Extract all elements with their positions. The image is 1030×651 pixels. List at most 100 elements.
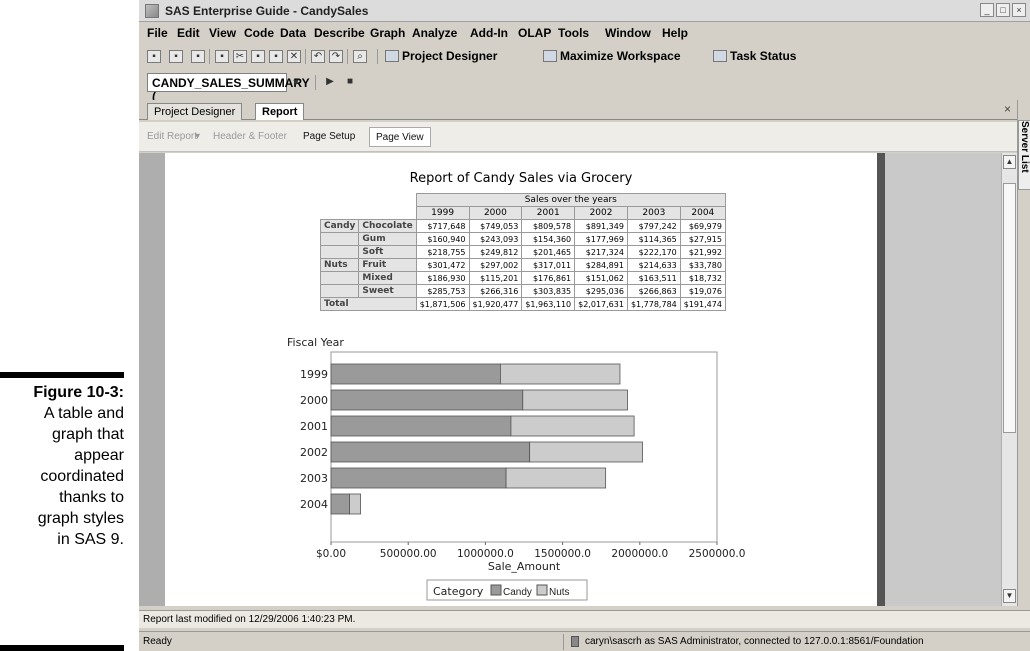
stop-icon[interactable]: ■ bbox=[343, 76, 357, 89]
total-value-cell: $1,871,506 bbox=[415, 297, 470, 311]
menu-graph[interactable]: Graph bbox=[370, 26, 405, 40]
maximize-workspace-icon bbox=[543, 50, 557, 62]
menu-file[interactable]: File bbox=[147, 26, 168, 40]
x-tick-label: $0.00 bbox=[316, 548, 346, 560]
workspace-tabs: Project Designer Report × bbox=[139, 100, 1017, 120]
bar-candy bbox=[330, 493, 350, 515]
tab-project-designer[interactable]: Project Designer bbox=[147, 103, 243, 120]
menu-data[interactable]: Data bbox=[280, 26, 306, 40]
page-view-button[interactable]: Page View bbox=[369, 127, 431, 147]
category-cell: Nuts bbox=[319, 258, 360, 272]
save-icon[interactable]: ▪ bbox=[191, 50, 205, 63]
cut-icon[interactable]: ✂ bbox=[233, 50, 247, 63]
header-footer-button[interactable]: Header & Footer bbox=[213, 131, 287, 142]
value-cell: $176,861 bbox=[521, 271, 576, 285]
report-status-bar: Report last modified on 12/29/2006 1:40:… bbox=[139, 610, 1030, 628]
close-button[interactable]: × bbox=[1012, 3, 1026, 17]
value-cell: $151,062 bbox=[574, 271, 628, 285]
product-cell: Soft bbox=[358, 245, 417, 259]
bar-candy bbox=[330, 389, 524, 411]
menu-tools[interactable]: Tools bbox=[558, 26, 589, 40]
status-bar: Ready caryn\sascrh as SAS Administrator,… bbox=[139, 631, 1030, 651]
value-cell: $717,648 bbox=[415, 219, 470, 233]
report-viewer[interactable]: Report of Candy Sales via Grocery Sales … bbox=[139, 153, 1001, 606]
table-row: Nuts Fruit $301,472 $297,002 $317,011 $284,89… bbox=[319, 258, 726, 272]
value-cell: $115,201 bbox=[468, 271, 523, 285]
server-icon bbox=[571, 636, 579, 647]
menu-analyze[interactable]: Analyze bbox=[412, 26, 457, 40]
value-cell: $114,365 bbox=[626, 232, 681, 246]
sales-bar-chart: Fiscal Year 1999 2000 2001 2002 2003 2004 $0.00… bbox=[287, 336, 745, 601]
value-cell: $21,992 bbox=[679, 245, 726, 259]
server-list-tab[interactable]: Server List bbox=[1018, 120, 1030, 190]
toolbar-separator bbox=[315, 75, 316, 90]
edit-report-button[interactable]: Edit Report bbox=[147, 131, 197, 142]
redo-icon[interactable]: ↷ bbox=[329, 50, 343, 63]
caption-line: thanks to bbox=[59, 489, 124, 506]
menu-help[interactable]: Help bbox=[662, 26, 688, 40]
value-cell: $19,076 bbox=[679, 284, 726, 298]
caption-rule-top bbox=[0, 372, 124, 378]
find-icon[interactable]: ⌕ bbox=[353, 50, 367, 63]
vertical-scrollbar[interactable]: ▲ ▼ bbox=[1001, 153, 1017, 606]
page-shadow bbox=[877, 153, 885, 606]
value-cell: $154,360 bbox=[521, 232, 576, 246]
x-tick-label: 2000000.0 bbox=[611, 548, 668, 560]
menu-edit[interactable]: Edit bbox=[177, 26, 200, 40]
toolbar-separator bbox=[347, 49, 348, 64]
menu-view[interactable]: View bbox=[209, 26, 236, 40]
scroll-up-icon[interactable]: ▲ bbox=[1003, 155, 1016, 169]
scroll-down-icon[interactable]: ▼ bbox=[1003, 589, 1016, 603]
bar-candy bbox=[330, 415, 512, 437]
run-icon[interactable]: ▶ bbox=[323, 76, 337, 89]
total-value-cell: $2,017,631 bbox=[574, 297, 628, 311]
title-bar: SAS Enterprise Guide - CandySales _ □ × bbox=[139, 0, 1030, 22]
project-designer-label: Project Designer bbox=[402, 49, 498, 63]
total-label-cell: Total bbox=[320, 297, 417, 311]
toolbar-separator bbox=[305, 49, 306, 64]
menu-describe[interactable]: Describe bbox=[314, 26, 365, 40]
copy-icon[interactable]: ▪ bbox=[251, 50, 265, 63]
total-value-cell: $1,963,110 bbox=[521, 297, 576, 311]
open-icon[interactable]: ▪ bbox=[169, 50, 183, 63]
new-icon[interactable]: ▪ bbox=[147, 50, 161, 63]
table-row: Sweet $285,753 $266,316 $303,835 $295,036 $26… bbox=[319, 284, 726, 298]
bar-nuts bbox=[529, 441, 643, 463]
caption-line: graph styles bbox=[37, 510, 124, 527]
task-status-button[interactable]: Task Status bbox=[713, 49, 796, 63]
print-icon[interactable]: ▪ bbox=[215, 50, 229, 63]
menu-window[interactable]: Window bbox=[605, 26, 651, 40]
page-setup-button[interactable]: Page Setup bbox=[303, 131, 355, 142]
value-cell: $797,242 bbox=[626, 219, 681, 233]
legend-swatch-candy bbox=[490, 584, 502, 596]
undo-icon[interactable]: ↶ bbox=[311, 50, 325, 63]
maximize-workspace-button[interactable]: Maximize Workspace bbox=[543, 49, 681, 63]
maximize-button[interactable]: □ bbox=[996, 3, 1010, 17]
tab-report[interactable]: Report bbox=[255, 103, 305, 120]
value-cell: $243,093 bbox=[468, 232, 523, 246]
scrollbar-thumb[interactable] bbox=[1003, 183, 1016, 433]
menu-addin[interactable]: Add-In bbox=[470, 26, 508, 40]
close-icon[interactable]: × bbox=[1004, 102, 1011, 116]
minimize-button[interactable]: _ bbox=[980, 3, 994, 17]
y-tick-label: 2002 bbox=[300, 446, 328, 459]
table-row: Gum $160,940 $243,093 $154,360 $177,969 $114,… bbox=[319, 232, 726, 246]
y-tick-label: 2000 bbox=[300, 394, 328, 407]
window-title: SAS Enterprise Guide - CandySales bbox=[165, 4, 369, 18]
project-designer-button[interactable]: Project Designer bbox=[385, 49, 497, 63]
chevron-down-icon[interactable]: ▼ bbox=[289, 74, 303, 91]
table-row: Mixed $186,930 $115,201 $176,861 $151,062 $16… bbox=[319, 271, 726, 285]
y-tick-label: 2001 bbox=[300, 420, 328, 433]
x-axis-title: Sale_Amount bbox=[488, 560, 561, 573]
menu-olap[interactable]: OLAP bbox=[518, 26, 551, 40]
dataset-selector[interactable]: CANDY_SALES_SUMMARY ( bbox=[147, 73, 310, 104]
delete-icon[interactable]: ✕ bbox=[287, 50, 301, 63]
x-tick-label: 1500000.0 bbox=[534, 548, 591, 560]
value-cell: $285,753 bbox=[415, 284, 470, 298]
year-header: 2000 bbox=[468, 206, 523, 220]
category-cell bbox=[319, 232, 360, 246]
total-value-cell: $191,474 bbox=[679, 297, 726, 311]
chevron-down-icon: ▾ bbox=[195, 131, 201, 142]
paste-icon[interactable]: ▪ bbox=[269, 50, 283, 63]
menu-code[interactable]: Code bbox=[244, 26, 274, 40]
